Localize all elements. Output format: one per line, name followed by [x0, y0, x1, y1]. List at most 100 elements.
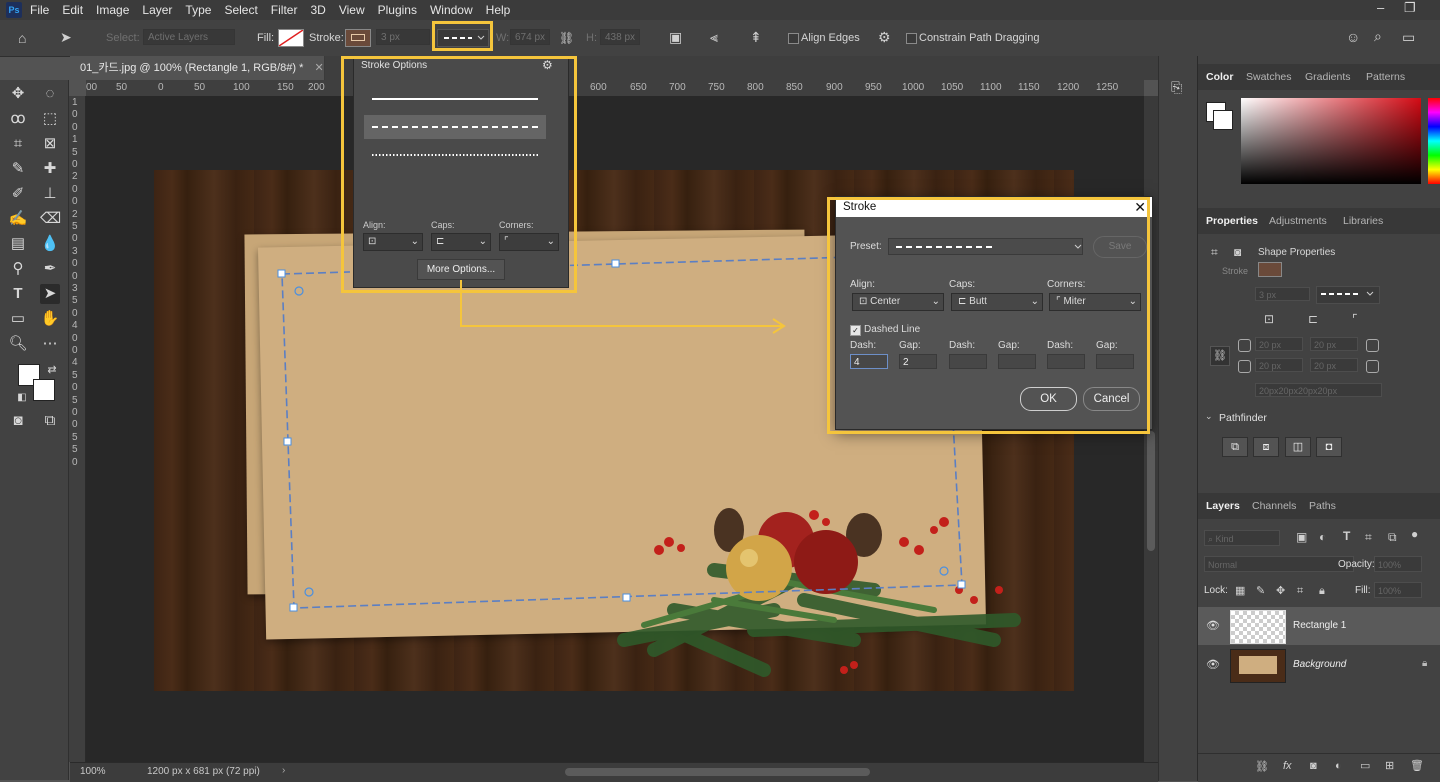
document-tab[interactable]: 01_카드.jpg @ 100% (Rectangle 1, RGB/8#) *…: [70, 56, 325, 80]
dashed-line-checkbox[interactable]: ✓: [850, 325, 861, 336]
user-icon[interactable]: ☺: [1346, 30, 1360, 44]
crop-tool-icon[interactable]: ⌗: [8, 134, 28, 154]
blend-mode-dropdown[interactable]: Normal: [1204, 556, 1354, 572]
tab-swatches[interactable]: Swatches: [1246, 71, 1292, 83]
popup-corners-dropdown[interactable]: ⌜ ⌄: [499, 233, 559, 251]
dash-2-input[interactable]: [949, 354, 987, 369]
eraser-icon[interactable]: ⌫: [40, 209, 61, 229]
properties-corners-icon[interactable]: ⌜: [1352, 312, 1358, 326]
corner-all-field[interactable]: 20px20px20px20px: [1255, 383, 1382, 397]
layer-row-background[interactable]: 👁︎ Background 🔒︎: [1198, 646, 1440, 684]
solid-line-option[interactable]: [364, 87, 546, 111]
tab-properties[interactable]: Properties: [1206, 215, 1258, 227]
fill-swatch[interactable]: [278, 29, 304, 47]
gradient-tool-icon[interactable]: ▤: [8, 234, 28, 254]
home-icon[interactable]: ⌂: [18, 31, 26, 45]
properties-stroke-swatch[interactable]: [1258, 262, 1282, 277]
link-icon[interactable]: ⛓: [559, 31, 574, 45]
align-edges-checkbox[interactable]: [788, 33, 799, 44]
close-tab-icon[interactable]: ✕: [314, 62, 323, 74]
tab-channels[interactable]: Channels: [1252, 500, 1296, 512]
quick-mask-icon[interactable]: ◙: [8, 411, 28, 431]
w-field[interactable]: 674 px: [510, 29, 550, 45]
layer-row-rectangle[interactable]: 👁︎ Rectangle 1: [1198, 607, 1440, 645]
link-layers-icon[interactable]: ⛓: [1255, 760, 1269, 774]
brush-tool-icon[interactable]: ✐: [8, 184, 28, 204]
stamp-tool-icon[interactable]: ⊥: [40, 184, 60, 204]
menu-file[interactable]: File: [30, 3, 49, 17]
pathfinder-exclude-icon[interactable]: ◘: [1316, 437, 1342, 457]
h-field[interactable]: 438 px: [600, 29, 640, 45]
tab-color[interactable]: Color: [1206, 71, 1233, 83]
cancel-button[interactable]: Cancel: [1083, 387, 1140, 411]
opacity-field[interactable]: 100%: [1374, 556, 1422, 572]
constrain-checkbox[interactable]: [906, 33, 917, 44]
menu-filter[interactable]: Filter: [271, 3, 298, 17]
swap-colors-icon[interactable]: ⇄: [42, 360, 62, 380]
menu-edit[interactable]: Edit: [62, 3, 83, 17]
properties-stroke-width[interactable]: 3 px: [1255, 287, 1310, 301]
gear-icon[interactable]: ⚙: [878, 30, 891, 44]
history-panel-icon[interactable]: ⎘: [1171, 80, 1182, 94]
gap-3-input[interactable]: [1096, 354, 1134, 369]
path-arrangement-icon[interactable]: ⇞: [750, 30, 762, 44]
menu-help[interactable]: Help: [486, 3, 511, 17]
lock-artboard-icon[interactable]: ⌗: [1297, 584, 1303, 598]
corner-tl-field[interactable]: 20 px: [1255, 337, 1303, 351]
stroke-swatch[interactable]: [345, 29, 371, 47]
history-brush-icon[interactable]: ✍: [8, 209, 28, 229]
layer-filter-kind[interactable]: ⌕ Kind: [1204, 530, 1280, 546]
tab-libraries[interactable]: Libraries: [1343, 215, 1383, 227]
horizontal-scrollbar[interactable]: [565, 768, 870, 776]
more-options-button[interactable]: More Options...: [417, 259, 505, 280]
menu-type[interactable]: Type: [185, 3, 211, 17]
lock-pixels-icon[interactable]: ✎: [1256, 584, 1265, 598]
menu-select[interactable]: Select: [224, 3, 257, 17]
corner-bl-field[interactable]: 20 px: [1255, 358, 1303, 372]
menu-layer[interactable]: Layer: [142, 3, 172, 17]
tab-layers[interactable]: Layers: [1206, 500, 1240, 512]
tab-adjustments[interactable]: Adjustments: [1269, 215, 1327, 227]
select-dropdown[interactable]: Active Layers: [143, 29, 235, 45]
dotted-line-option[interactable]: [364, 143, 546, 167]
restore-button[interactable]: ❐: [1404, 0, 1416, 16]
menu-window[interactable]: Window: [430, 3, 473, 17]
caps-dropdown[interactable]: ⊏ Butt ⌄: [951, 293, 1043, 311]
vertical-scroll-thumb[interactable]: [1147, 431, 1155, 551]
filter-smart-object-icon[interactable]: ⧉: [1388, 530, 1397, 544]
layer-visibility-eye-icon[interactable]: 👁︎: [1206, 658, 1220, 671]
filter-adjustment-icon[interactable]: ◐: [1319, 530, 1326, 544]
stroke-options-gear-icon[interactable]: ⚙: [542, 58, 553, 72]
color-field[interactable]: [1241, 98, 1421, 184]
zoom-tool-icon[interactable]: 🔍︎: [8, 334, 28, 354]
screen-mode-icon[interactable]: ⧉: [40, 411, 60, 431]
blur-tool-icon[interactable]: 💧: [40, 234, 60, 254]
type-tool-icon[interactable]: T: [8, 284, 28, 304]
new-group-icon[interactable]: ▭: [1360, 759, 1370, 773]
direct-selection-icon[interactable]: ➤: [40, 284, 60, 304]
workspace-icon[interactable]: ▭: [1402, 30, 1415, 44]
filter-shape-icon[interactable]: ⌗: [1365, 530, 1372, 544]
pathfinder-intersect-icon[interactable]: ◫: [1285, 437, 1311, 457]
frame-tool-icon[interactable]: ⊠: [40, 134, 60, 154]
lock-transparent-icon[interactable]: ▦: [1235, 584, 1245, 598]
menu-3d[interactable]: 3D: [310, 3, 325, 17]
dashed-line-option[interactable]: [364, 115, 546, 139]
path-selection-icon[interactable]: ➤: [60, 30, 72, 44]
pathfinder-chevron-icon[interactable]: ⌄: [1205, 411, 1213, 422]
delete-layer-icon[interactable]: 🗑︎: [1410, 759, 1424, 773]
properties-stroke-type[interactable]: [1316, 286, 1380, 304]
menu-image[interactable]: Image: [96, 3, 129, 17]
move-tool-icon[interactable]: ✥: [8, 84, 28, 104]
filter-type-icon[interactable]: T: [1343, 529, 1350, 543]
layer-visibility-eye-icon[interactable]: 👁︎: [1206, 619, 1220, 632]
background-color[interactable]: [33, 379, 55, 401]
tab-gradients[interactable]: Gradients: [1305, 71, 1351, 83]
ok-button[interactable]: OK: [1020, 387, 1077, 411]
eyedropper-icon[interactable]: ✎: [8, 159, 28, 179]
properties-caps-icon[interactable]: ⊏: [1308, 312, 1318, 326]
rectangle-tool-icon[interactable]: ▭: [8, 309, 28, 329]
properties-align-icon[interactable]: ⊡: [1264, 312, 1274, 326]
more-tools-icon[interactable]: ⋯: [40, 334, 60, 354]
stroke-type-dropdown[interactable]: [437, 29, 489, 47]
